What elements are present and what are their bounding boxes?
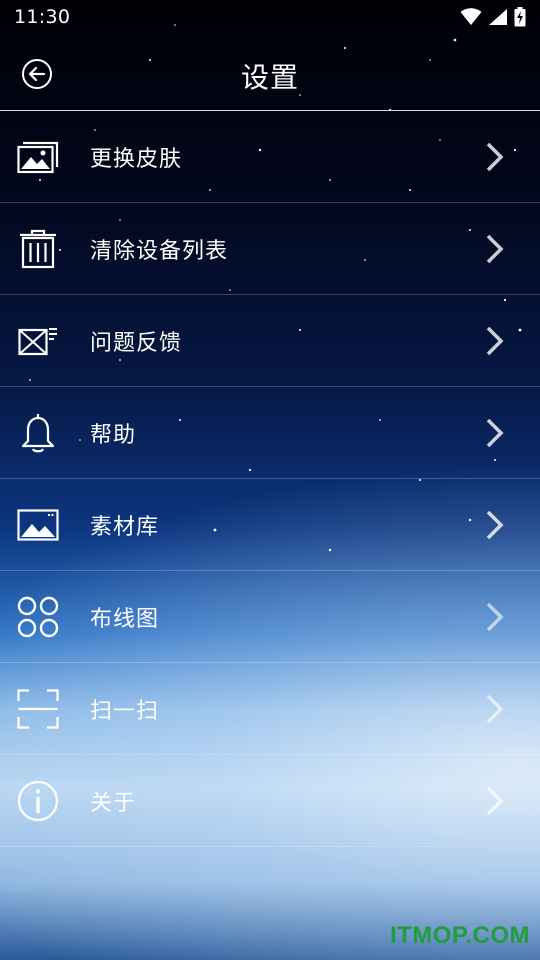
chevron-right-icon [486,142,504,171]
menu-item-material-library[interactable]: 素材库 [0,479,540,571]
battery-charging-icon [514,7,526,27]
chevron-right-icon [486,694,504,723]
menu-item-scan[interactable]: 扫一扫 [0,663,540,755]
page-title: 设置 [240,61,299,94]
menu-item-label: 更换皮肤 [90,146,183,172]
menu-item-clear-device-list[interactable]: 清除设备列表 [0,203,540,295]
menu-item-help[interactable]: 帮助 [0,387,540,479]
menu-item-about[interactable]: 关于 [0,755,540,847]
bell-icon [16,411,60,455]
menu-item-label: 帮助 [90,422,137,448]
settings-menu: 更换皮肤 清除设备列表 问题反馈 帮助 素材库 布线图 扫一扫 关于 [0,111,540,847]
chevron-right-icon [486,326,504,355]
circles-grid-icon [16,595,60,639]
menu-item-wiring-diagram[interactable]: 布线图 [0,571,540,663]
menu-item-label: 布线图 [90,606,160,632]
menu-item-label: 扫一扫 [90,698,160,724]
chevron-right-icon [486,602,504,631]
menu-item-feedback[interactable]: 问题反馈 [0,295,540,387]
chevron-right-icon [486,234,504,263]
app-header: 设置 [0,34,540,111]
trash-icon [16,227,60,271]
chevron-right-icon [486,786,504,815]
menu-item-change-skin[interactable]: 更换皮肤 [0,111,540,203]
mail-icon [16,319,60,363]
scan-icon [16,687,60,731]
menu-item-label: 关于 [90,790,137,816]
status-icons [460,7,526,27]
image-icon [16,503,60,547]
menu-item-label: 素材库 [90,514,160,540]
wifi-icon [460,8,482,25]
status-bar: 11:30 [0,0,540,34]
signal-icon [489,9,507,25]
status-time: 11:30 [14,6,71,28]
chevron-right-icon [486,510,504,539]
watermark: ITMOP.COM [389,922,530,949]
gallery-icon [16,135,60,179]
menu-item-label: 问题反馈 [90,330,183,356]
info-icon [16,779,60,823]
chevron-right-icon [486,418,504,447]
menu-item-label: 清除设备列表 [90,238,229,264]
